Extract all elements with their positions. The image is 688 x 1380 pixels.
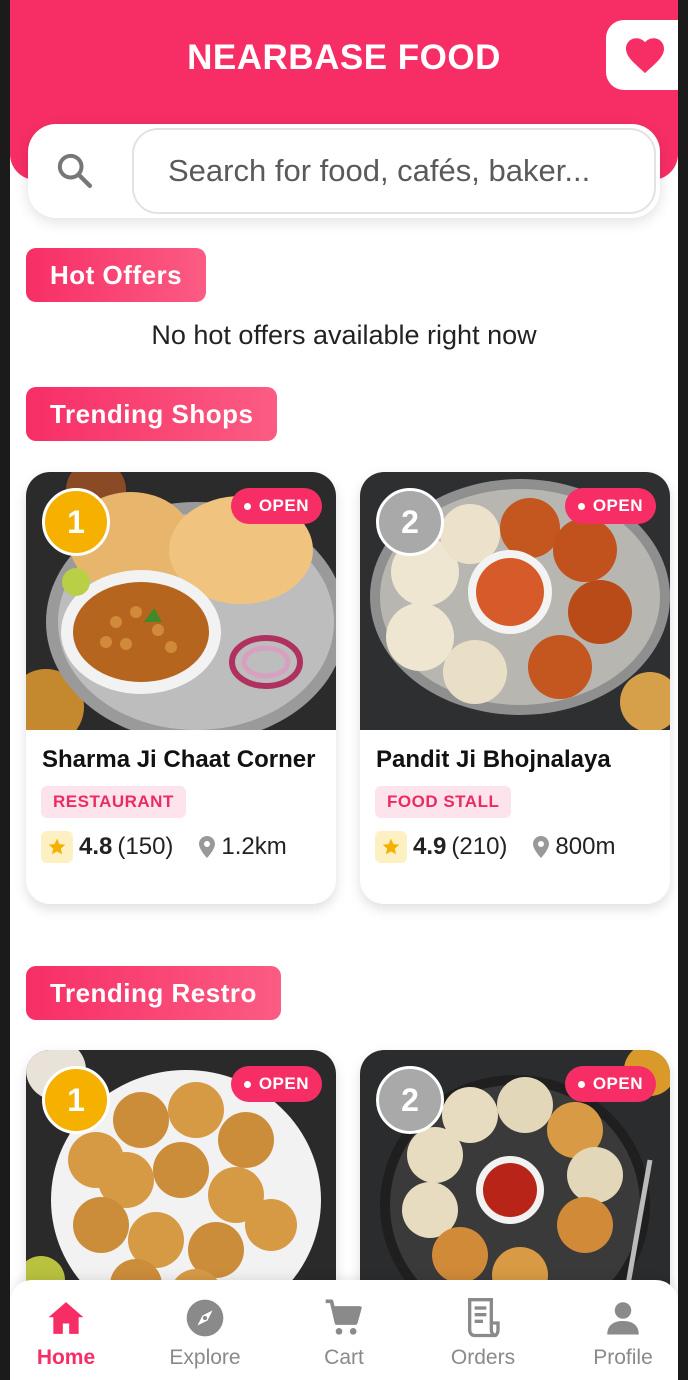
- open-status-badge: OPEN: [230, 1066, 322, 1102]
- compass-icon: [186, 1299, 224, 1337]
- status-label: OPEN: [592, 1074, 643, 1093]
- status-label: OPEN: [592, 496, 643, 515]
- distance-value: 800m: [555, 833, 616, 860]
- status-dot: [243, 502, 251, 510]
- nav-explore-label: Explore: [169, 1346, 241, 1369]
- trending-shops-heading: Trending Shops: [26, 387, 278, 441]
- trending-restro-heading: Trending Restro: [26, 966, 281, 1020]
- star-icon: [375, 831, 407, 863]
- status-label: OPEN: [258, 496, 309, 515]
- nav-profile-label: Profile: [593, 1346, 653, 1369]
- hot-offers-empty-message: No hot offers available right now: [151, 320, 537, 350]
- shop-card[interactable]: 2 OPEN Pandit Ji Bhojnalaya FOOD STALL 4…: [360, 472, 670, 904]
- nav-orders[interactable]: Orders: [423, 1280, 543, 1380]
- open-status-badge: OPEN: [230, 488, 322, 524]
- app-screen: NEARBASE FOOD Hot Offers No hot offers a…: [10, 0, 678, 1380]
- rating-value: 4.8: [79, 833, 113, 860]
- rank-badge: 2: [376, 488, 444, 556]
- shop-type-badge: RESTAURANT: [41, 786, 186, 818]
- nav-cart[interactable]: Cart: [284, 1280, 404, 1380]
- shop-name: Pandit Ji Bhojnalaya: [376, 746, 611, 773]
- location-pin-icon: [199, 836, 216, 858]
- search-icon[interactable]: [54, 150, 94, 190]
- hot-offers-heading: Hot Offers: [26, 248, 207, 302]
- heart-icon: [626, 38, 664, 74]
- nav-explore[interactable]: Explore: [145, 1280, 265, 1380]
- shop-type-badge: FOOD STALL: [375, 786, 512, 818]
- shop-card[interactable]: 1 OPEN Sharma Ji Chaat Corner RESTAURANT…: [26, 472, 336, 904]
- nav-home-label: Home: [36, 1346, 96, 1369]
- shop-meta: 4.9 (210) 800m: [375, 830, 615, 864]
- open-status-badge: OPEN: [564, 1066, 656, 1102]
- shop-name: Sharma Ji Chaat Corner: [42, 746, 316, 773]
- search-bar: [28, 124, 660, 218]
- distance-value: 1.2km: [221, 833, 287, 860]
- review-count: (150): [117, 833, 174, 860]
- favorites-button[interactable]: [606, 20, 678, 90]
- rating-value: 4.9: [413, 833, 447, 860]
- status-dot: [243, 1080, 251, 1088]
- nav-orders-label: Orders: [450, 1346, 516, 1369]
- nav-home[interactable]: Home: [10, 1280, 126, 1380]
- rank-badge: 1: [42, 488, 110, 556]
- home-icon: [48, 1302, 84, 1334]
- status-dot: [577, 1080, 585, 1088]
- nav-cart-label: Cart: [324, 1346, 364, 1369]
- status-label: OPEN: [258, 1074, 309, 1093]
- shop-meta: 4.8 (150) 1.2km: [41, 830, 287, 864]
- star-icon: [41, 831, 73, 863]
- bottom-navigation: Home Explore Cart Orders Profile: [10, 1280, 678, 1380]
- open-status-badge: OPEN: [564, 488, 656, 524]
- app-title: NEARBASE FOOD: [187, 38, 501, 77]
- rank-badge: 2: [376, 1066, 444, 1134]
- nav-profile[interactable]: Profile: [563, 1280, 678, 1380]
- cart-icon: [325, 1299, 362, 1335]
- receipt-icon: [468, 1298, 500, 1338]
- status-dot: [577, 502, 585, 510]
- rank-badge: 1: [42, 1066, 110, 1134]
- review-count: (210): [451, 833, 508, 860]
- location-pin-icon: [533, 836, 550, 858]
- search-input[interactable]: [132, 128, 656, 214]
- user-icon: [607, 1302, 639, 1335]
